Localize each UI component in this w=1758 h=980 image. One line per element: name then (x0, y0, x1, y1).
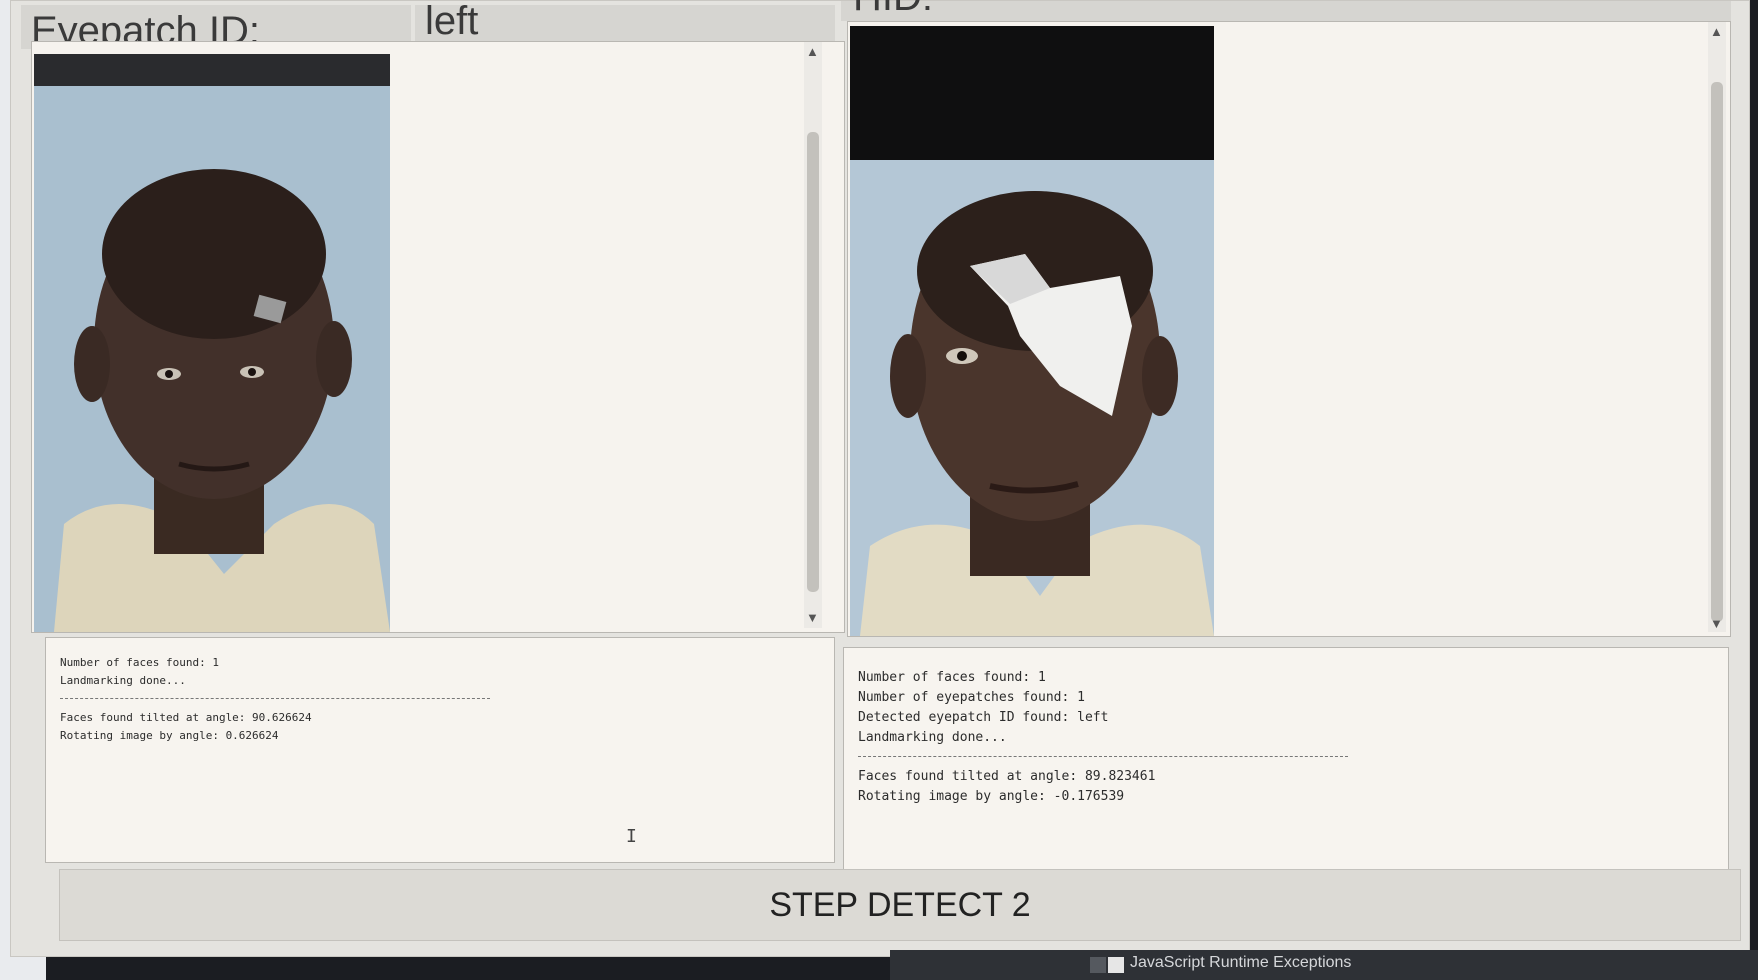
log-separator (858, 756, 1348, 757)
left-face-photo (34, 54, 390, 632)
right-log-panel[interactable]: Number of faces found: 1 Number of eyepa… (843, 647, 1729, 895)
taskbar-item-label[interactable]: JavaScript Runtime Exceptions (1130, 954, 1351, 972)
play-icon[interactable] (1090, 957, 1106, 973)
log-line: Faces found tilted at angle: 89.823461 (858, 769, 1156, 784)
right-face-image (850, 26, 1214, 636)
scroll-up-icon[interactable]: ▲ (1710, 24, 1723, 39)
right-scroll-thumb[interactable] (1711, 82, 1723, 622)
log-line: Faces found tilted at angle: 90.626624 (60, 711, 312, 724)
left-log-panel[interactable]: Number of faces found: 1 Landmarking don… (45, 637, 835, 863)
left-panel-scrollbar[interactable]: ▲ ▼ (804, 42, 822, 628)
log-line: Landmarking done... (858, 730, 1007, 745)
log-line: Landmarking done... (60, 674, 186, 687)
app-window: Eyepatch ID: left HID: (10, 0, 1750, 957)
hid-label: HID: (853, 0, 933, 19)
right-panel-scrollbar[interactable]: ▲ ▼ (1708, 22, 1726, 632)
step-detect-button[interactable]: STEP DETECT 2 (59, 869, 1741, 941)
hid-field: HID: (841, 0, 1731, 21)
log-separator (60, 698, 490, 699)
taskbar: JavaScript Runtime Exceptions (890, 950, 1758, 980)
eyepatch-id-value: left (425, 0, 479, 43)
right-face-photo (850, 26, 1214, 636)
left-face-image (34, 54, 390, 632)
log-line: Rotating image by angle: -0.176539 (858, 789, 1125, 804)
right-image-panel: ▲ ▼ (847, 21, 1731, 637)
scroll-down-icon[interactable]: ▼ (806, 610, 819, 625)
log-line: Number of faces found: 1 (858, 670, 1046, 685)
left-image-panel: ▲ ▼ (31, 41, 845, 633)
log-line: Number of eyepatches found: 1 (858, 690, 1085, 705)
log-line: Number of faces found: 1 (60, 656, 219, 669)
log-line: Rotating image by angle: 0.626624 (60, 729, 279, 742)
left-scroll-thumb[interactable] (807, 132, 819, 592)
log-line: Detected eyepatch ID found: left (858, 710, 1109, 725)
text-cursor-icon: I (626, 826, 637, 847)
scroll-down-icon[interactable]: ▼ (1710, 616, 1723, 631)
checkbox-icon[interactable] (1108, 957, 1124, 973)
scroll-up-icon[interactable]: ▲ (806, 44, 819, 59)
